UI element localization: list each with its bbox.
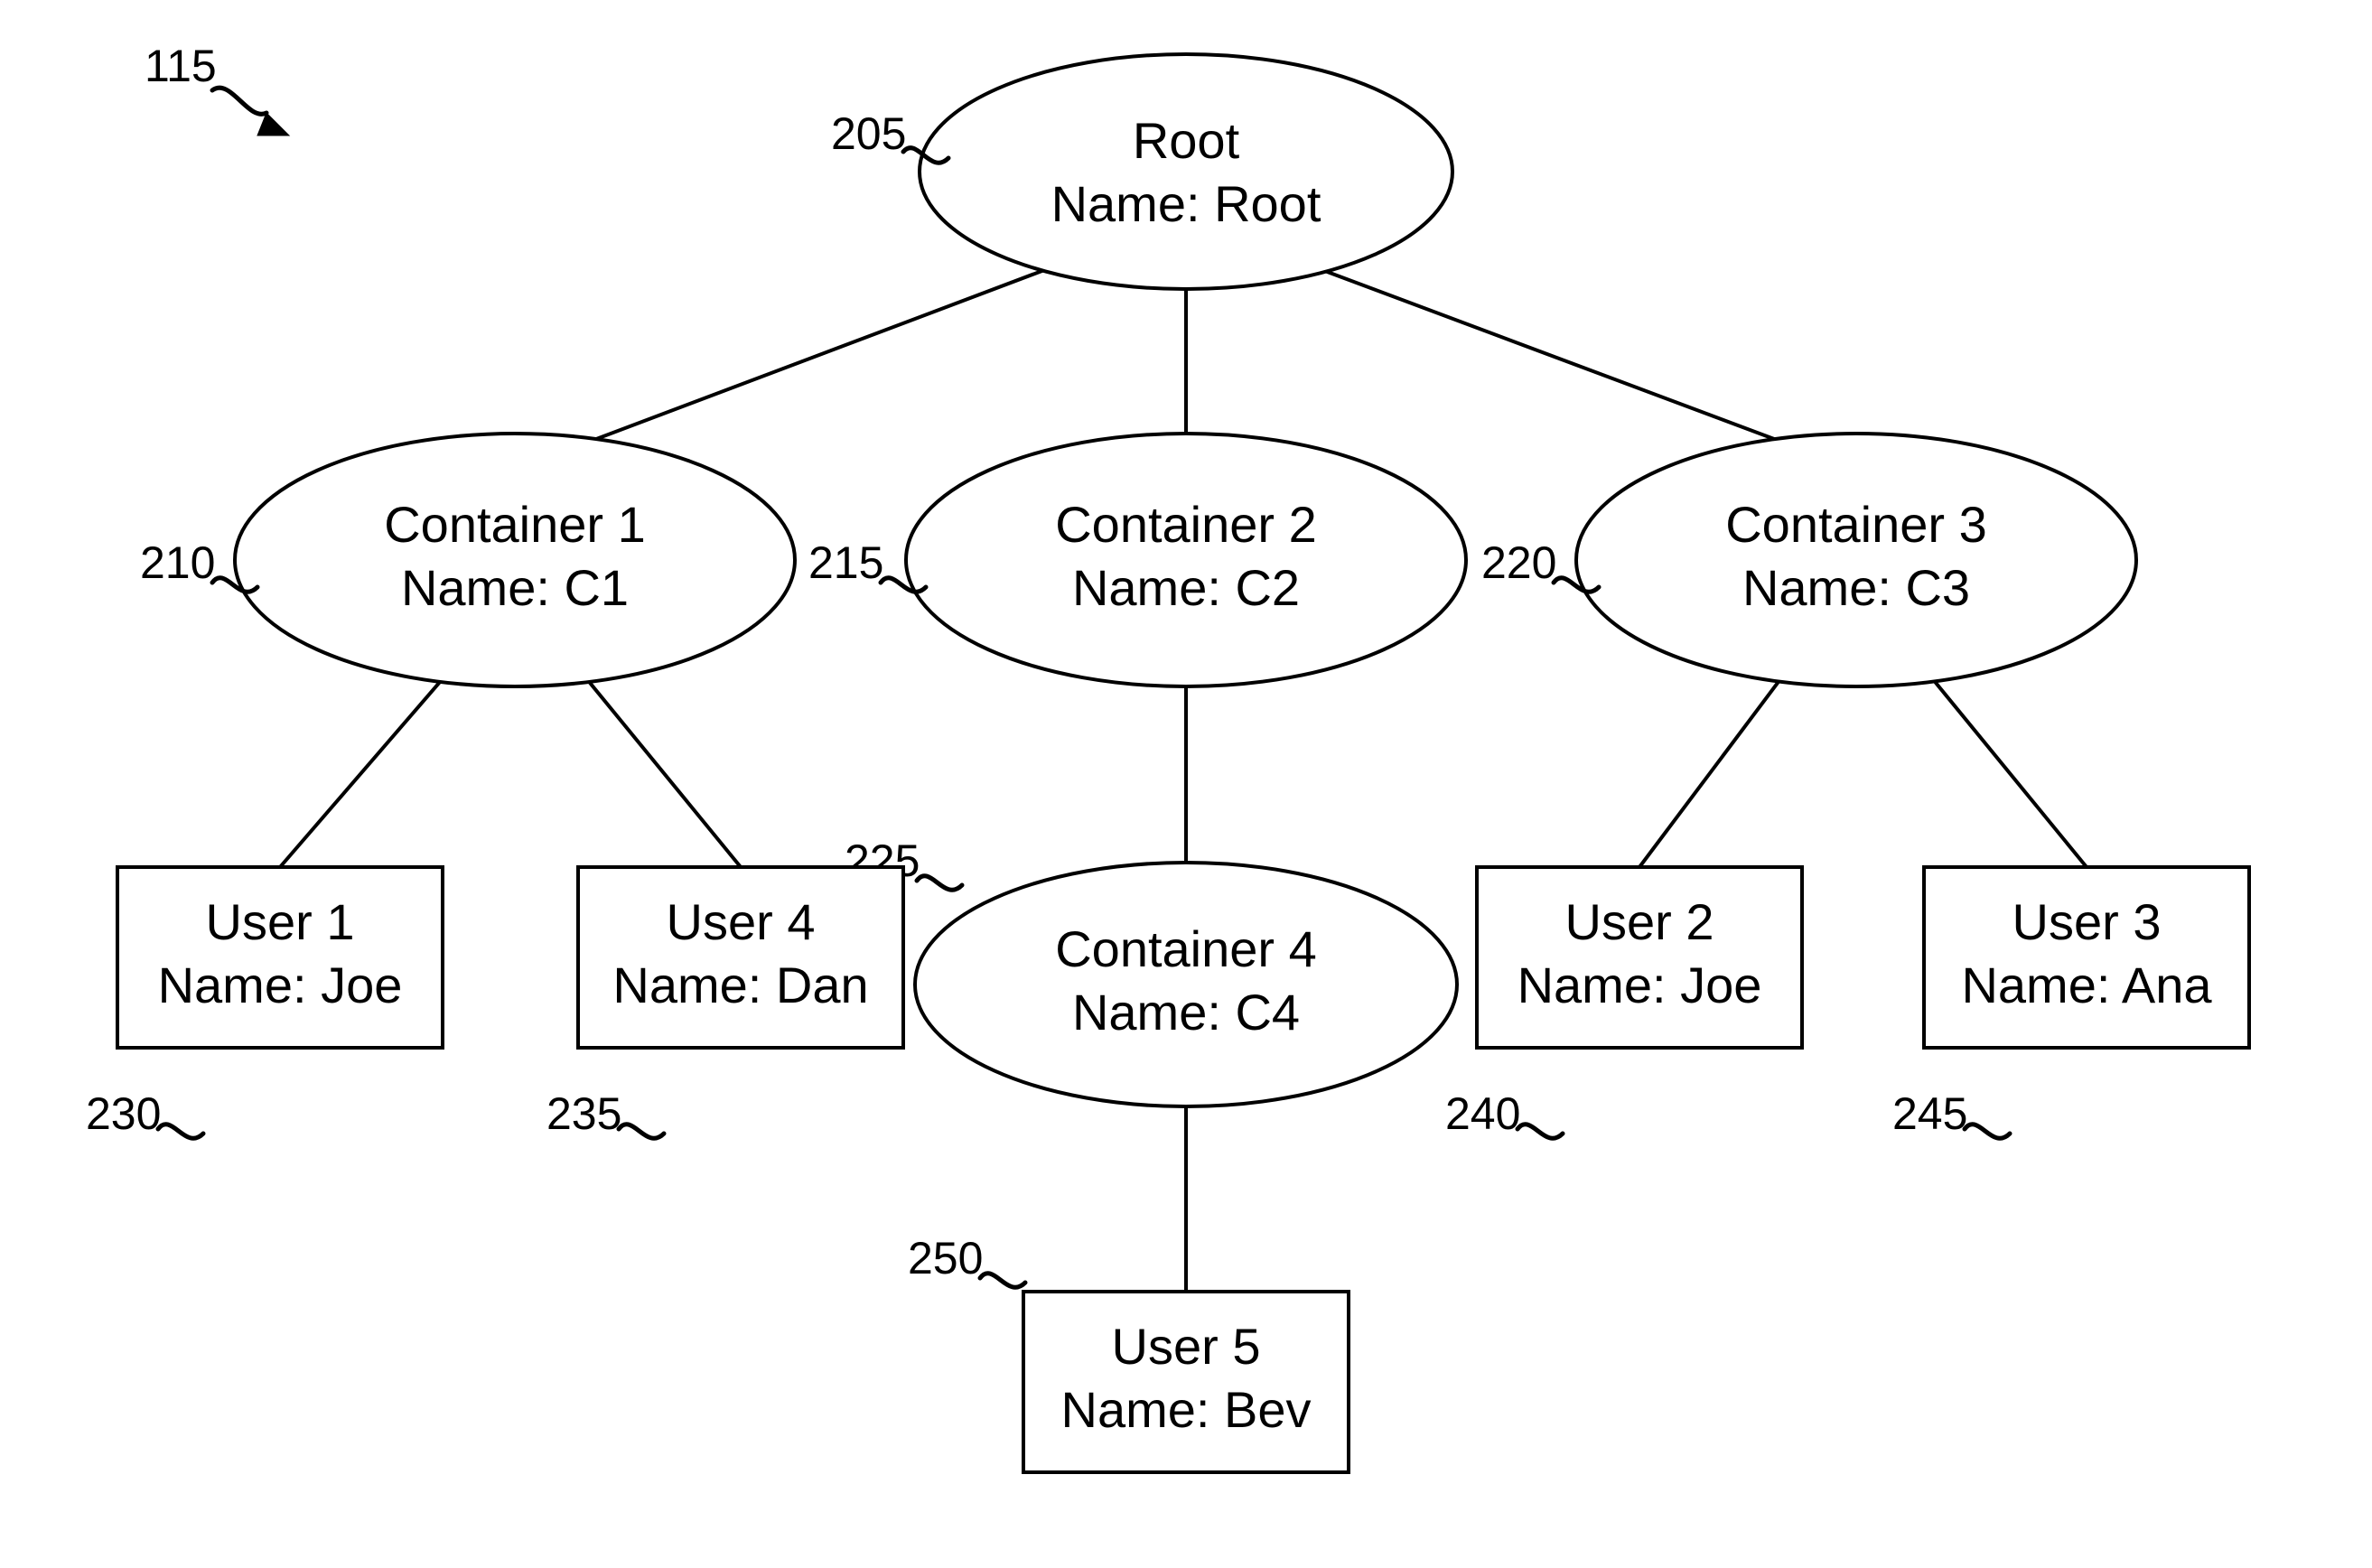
node-u2-name: Name: Joe [1518, 957, 1762, 1013]
node-u4-squig [619, 1125, 664, 1139]
node-c2-title: Container 2 [1055, 496, 1317, 553]
tree-diagram: 115 Root Name: Root 205 Container 1 Name… [0, 0, 2372, 1568]
node-u1-squig [158, 1125, 203, 1139]
node-u2-squig [1518, 1125, 1563, 1139]
node-c1-name: Name: C1 [401, 559, 629, 616]
node-c3-ref: 220 [1481, 537, 1556, 588]
node-c1-ref: 210 [140, 537, 215, 588]
edge-c3-u2 [1639, 668, 1788, 867]
node-root-ref: 205 [831, 108, 906, 159]
node-u5-ref: 250 [908, 1233, 983, 1283]
node-c1-title: Container 1 [384, 496, 646, 553]
node-c4-squig [917, 876, 962, 891]
edge-c1-u4 [578, 668, 741, 867]
node-u1-title: User 1 [206, 893, 355, 950]
node-u4-title: User 4 [667, 893, 816, 950]
edge-c3-u3 [1924, 668, 2087, 867]
node-u4-ref: 235 [546, 1088, 621, 1139]
node-c2-ref: 215 [808, 537, 883, 588]
node-u2-title: User 2 [1565, 893, 1714, 950]
node-c3-title: Container 3 [1725, 496, 1987, 553]
node-c4-name: Name: C4 [1072, 984, 1300, 1041]
node-c3-name: Name: C3 [1742, 559, 1970, 616]
node-u5-squig [980, 1274, 1025, 1288]
node-root-title: Root [1133, 112, 1240, 169]
edge-c1-u1 [280, 668, 452, 867]
node-c4-title: Container 4 [1055, 920, 1317, 977]
figure-ref-arrow-line [212, 88, 266, 114]
figure-ref-label: 115 [145, 41, 217, 91]
node-u1-ref: 230 [86, 1088, 161, 1139]
node-u3-squig [1965, 1125, 2010, 1139]
node-u3-name: Name: Ana [1961, 957, 2212, 1013]
node-c2-name: Name: C2 [1072, 559, 1300, 616]
node-u3-ref: 245 [1892, 1088, 1967, 1139]
node-u4-name: Name: Dan [612, 957, 868, 1013]
node-u5-title: User 5 [1112, 1318, 1261, 1375]
node-root-name: Name: Root [1051, 175, 1321, 232]
node-root [920, 54, 1452, 289]
node-u3-title: User 3 [2012, 893, 2162, 950]
node-u2-ref: 240 [1445, 1088, 1520, 1139]
node-u1-name: Name: Joe [158, 957, 403, 1013]
node-u5-name: Name: Bev [1061, 1381, 1312, 1438]
